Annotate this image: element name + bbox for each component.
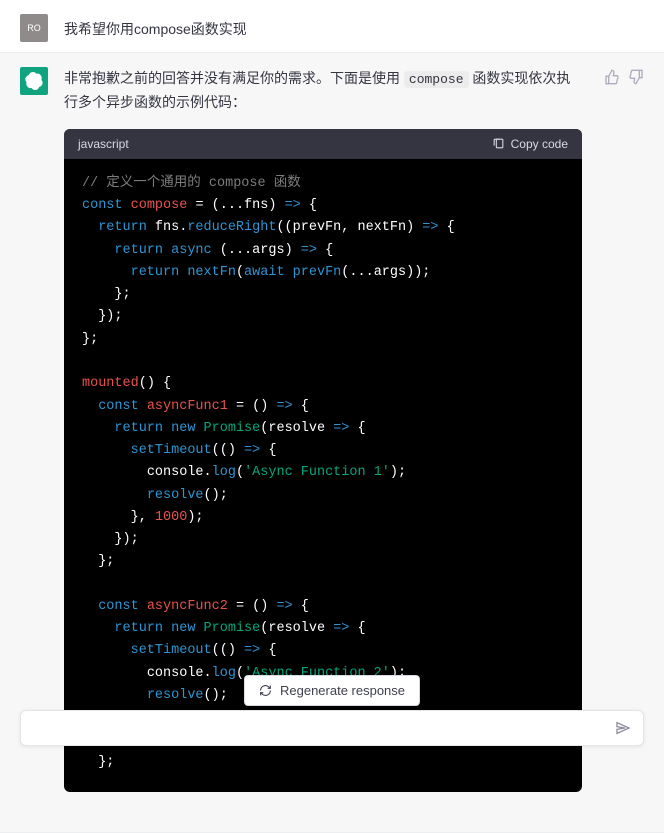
- message-input[interactable]: [20, 710, 644, 746]
- reply-prefix: 非常抱歉之前的回答并没有满足你的需求。下面是使用: [64, 70, 404, 86]
- send-icon[interactable]: [615, 720, 631, 736]
- copy-code-label: Copy code: [511, 137, 568, 151]
- refresh-icon: [259, 684, 272, 697]
- user-text: 我希望你用compose函数实现: [64, 14, 644, 42]
- user-message: RO 我希望你用compose函数实现: [0, 0, 664, 52]
- copy-code-button[interactable]: Copy code: [492, 137, 568, 151]
- regenerate-label: Regenerate response: [280, 683, 405, 698]
- openai-icon: [25, 72, 43, 90]
- code-header: javascript Copy code: [64, 129, 582, 159]
- feedback-buttons: [604, 67, 644, 792]
- assistant-text: 非常抱歉之前的回答并没有满足你的需求。下面是使用 compose 函数实现依次执…: [64, 67, 582, 115]
- code-language-label: javascript: [78, 137, 129, 151]
- regenerate-button[interactable]: Regenerate response: [244, 675, 420, 706]
- thumbs-up-icon[interactable]: [604, 69, 620, 85]
- assistant-avatar: [20, 67, 48, 95]
- thumbs-down-icon[interactable]: [628, 69, 644, 85]
- user-avatar: RO: [20, 14, 48, 42]
- clipboard-icon: [492, 137, 505, 150]
- inline-code-compose: compose: [404, 71, 469, 88]
